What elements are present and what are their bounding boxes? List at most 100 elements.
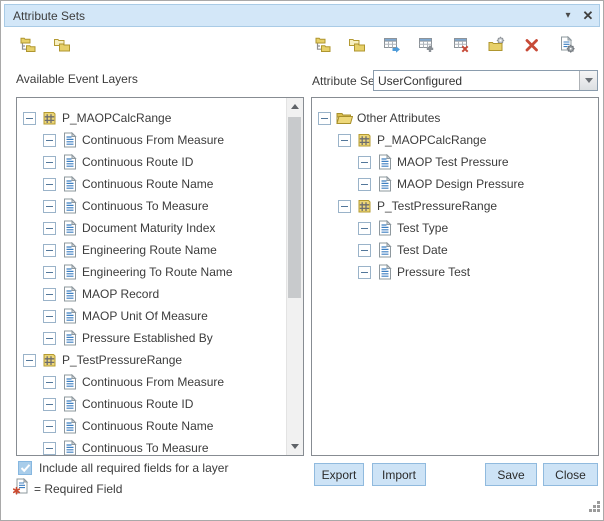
scroll-up-button[interactable] — [287, 98, 303, 115]
tree-item-label: Continuous Route Name — [82, 177, 213, 191]
tree-item[interactable]: MAOP Design Pressure — [312, 173, 598, 195]
tree-item[interactable]: Continuous Route ID — [17, 151, 286, 173]
tree-item-label: P_TestPressureRange — [62, 353, 182, 367]
tree-item[interactable]: Pressure Test — [312, 261, 598, 283]
event-layer-icon — [40, 111, 59, 126]
scrollbar-thumb[interactable] — [288, 117, 301, 298]
folder-open-icon — [335, 111, 354, 125]
layer-tree-icon[interactable] — [17, 35, 36, 54]
include-required-fields-checkbox[interactable] — [18, 461, 32, 475]
collapse-toggle-icon[interactable] — [43, 376, 56, 389]
tree-item[interactable]: Engineering To Route Name — [17, 261, 286, 283]
tree-item-label: Continuous From Measure — [82, 133, 224, 147]
collapse-toggle-icon[interactable] — [43, 178, 56, 191]
table-export-icon[interactable] — [382, 35, 401, 54]
field-doc-icon — [60, 396, 79, 412]
field-doc-icon — [60, 418, 79, 434]
tree-item[interactable]: P_MAOPCalcRange — [17, 107, 286, 129]
save-button[interactable]: Save — [485, 463, 537, 486]
tree-item-label: Document Maturity Index — [82, 221, 215, 235]
tree-item[interactable]: Continuous From Measure — [17, 371, 286, 393]
copy-folders-icon[interactable] — [347, 35, 366, 54]
tree-item[interactable]: P_TestPressureRange — [312, 195, 598, 217]
collapse-toggle-icon[interactable] — [43, 156, 56, 169]
collapse-toggle-icon[interactable] — [43, 288, 56, 301]
dock-menu-icon[interactable]: ▾ — [559, 10, 577, 21]
table-delete-icon[interactable] — [452, 35, 471, 54]
tree-item[interactable]: Test Type — [312, 217, 598, 239]
export-button[interactable]: Export — [314, 463, 364, 486]
layer-tree-icon[interactable] — [312, 35, 331, 54]
close-button[interactable]: Close — [543, 463, 598, 486]
collapse-toggle-icon[interactable] — [358, 222, 371, 235]
attribute-set-combobox[interactable]: UserConfigured — [373, 70, 598, 91]
collapse-toggle-icon[interactable] — [43, 310, 56, 323]
tree-item-label: Continuous Route ID — [82, 155, 193, 169]
tree-item[interactable]: MAOP Test Pressure — [312, 151, 598, 173]
collapse-toggle-icon[interactable] — [23, 354, 36, 367]
field-doc-icon — [60, 330, 79, 346]
tree-item[interactable]: Document Maturity Index — [17, 217, 286, 239]
collapse-toggle-icon[interactable] — [43, 332, 56, 345]
collapse-toggle-icon[interactable] — [43, 244, 56, 257]
checkbox-label: Include all required fields for a layer — [39, 461, 228, 475]
collapse-toggle-icon[interactable] — [43, 398, 56, 411]
tree-item-label: MAOP Unit Of Measure — [82, 309, 208, 323]
tree-item[interactable]: Continuous Route ID — [17, 393, 286, 415]
tree-item-label: Continuous From Measure — [82, 375, 224, 389]
tree-item[interactable]: Continuous To Measure — [17, 195, 286, 217]
left-tree-scrollbar[interactable] — [286, 98, 303, 455]
attribute-set-value: UserConfigured — [374, 74, 579, 88]
field-doc-icon — [375, 176, 394, 192]
folder-gear-icon[interactable] — [487, 35, 506, 54]
collapse-toggle-icon[interactable] — [43, 442, 56, 455]
tree-item[interactable]: Test Date — [312, 239, 598, 261]
tree-item-label: P_TestPressureRange — [377, 199, 497, 213]
copy-folders-icon[interactable] — [52, 35, 71, 54]
tree-item[interactable]: Continuous Route Name — [17, 415, 286, 437]
document-gear-icon[interactable] — [557, 35, 576, 54]
collapse-toggle-icon[interactable] — [43, 200, 56, 213]
tree-item-label: Test Type — [397, 221, 448, 235]
tree-item[interactable]: MAOP Record — [17, 283, 286, 305]
delete-x-icon[interactable] — [522, 35, 541, 54]
collapse-toggle-icon[interactable] — [358, 178, 371, 191]
tree-item[interactable]: P_MAOPCalcRange — [312, 129, 598, 151]
resize-grip[interactable] — [588, 500, 601, 518]
collapse-toggle-icon[interactable] — [43, 420, 56, 433]
attribute-sets-dialog: Attribute Sets ▾ ✕ Available Event Layer… — [0, 0, 604, 521]
collapse-toggle-icon[interactable] — [43, 222, 56, 235]
scroll-down-button[interactable] — [287, 438, 303, 455]
collapse-toggle-icon[interactable] — [43, 134, 56, 147]
event-layer-icon — [40, 353, 59, 368]
collapse-toggle-icon[interactable] — [338, 134, 351, 147]
collapse-toggle-icon[interactable] — [358, 244, 371, 257]
available-event-layers-label: Available Event Layers — [16, 72, 138, 86]
collapse-toggle-icon[interactable] — [358, 266, 371, 279]
collapse-toggle-icon[interactable] — [43, 266, 56, 279]
tree-item-label: Engineering Route Name — [82, 243, 217, 257]
tree-item-label: Continuous Route Name — [82, 419, 213, 433]
tree-item[interactable]: Engineering Route Name — [17, 239, 286, 261]
required-field-icon — [13, 478, 30, 500]
field-doc-icon — [375, 264, 394, 280]
field-doc-icon — [60, 242, 79, 258]
close-icon[interactable]: ✕ — [577, 8, 599, 24]
collapse-toggle-icon[interactable] — [318, 112, 331, 125]
tree-item[interactable]: Continuous From Measure — [17, 129, 286, 151]
collapse-toggle-icon[interactable] — [358, 156, 371, 169]
titlebar[interactable]: Attribute Sets ▾ ✕ — [4, 4, 600, 27]
field-doc-icon — [375, 242, 394, 258]
tree-item[interactable]: Continuous Route Name — [17, 173, 286, 195]
tree-item[interactable]: Other Attributes — [312, 107, 598, 129]
table-add-icon[interactable] — [417, 35, 436, 54]
tree-item[interactable]: Continuous To Measure — [17, 437, 286, 456]
import-button[interactable]: Import — [372, 463, 426, 486]
tree-item[interactable]: Pressure Established By — [17, 327, 286, 349]
tree-item[interactable]: P_TestPressureRange — [17, 349, 286, 371]
collapse-toggle-icon[interactable] — [338, 200, 351, 213]
collapse-toggle-icon[interactable] — [23, 112, 36, 125]
combo-dropdown-button[interactable] — [579, 71, 597, 90]
tree-item[interactable]: MAOP Unit Of Measure — [17, 305, 286, 327]
tree-item-label: P_MAOPCalcRange — [377, 133, 486, 147]
